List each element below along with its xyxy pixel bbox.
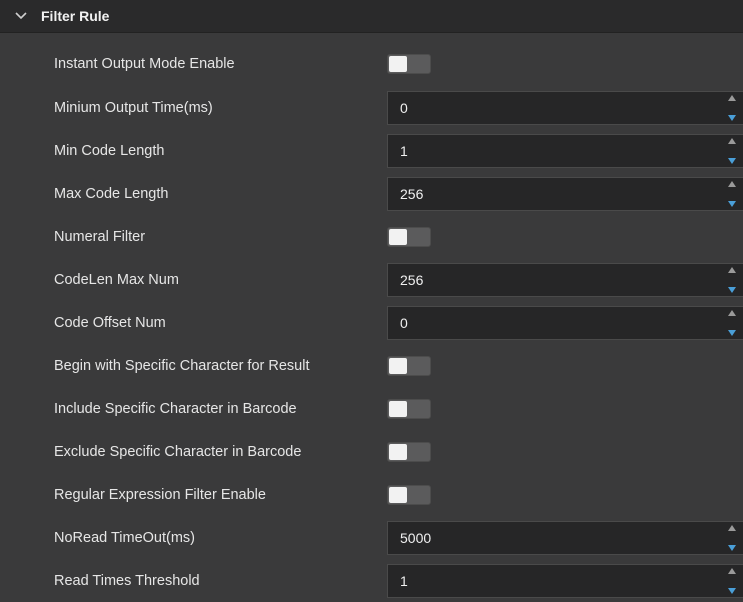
spinbox-value[interactable]: 1 xyxy=(400,573,408,589)
property-label: Include Specific Character in Barcode xyxy=(54,401,297,417)
number-spinbox[interactable]: 1 xyxy=(387,564,743,598)
toggle-knob xyxy=(389,229,407,245)
spinbox-arrows xyxy=(727,181,737,207)
increment-arrow-icon[interactable] xyxy=(728,310,736,316)
property-row: NoRead TimeOut(ms) 5000 xyxy=(0,517,743,559)
toggle-switch[interactable] xyxy=(387,442,431,462)
property-label: Exclude Specific Character in Barcode xyxy=(54,444,302,460)
toggle-switch[interactable] xyxy=(387,485,431,505)
number-spinbox[interactable]: 5000 xyxy=(387,521,743,555)
filter-rule-panel: Filter Rule Instant Output Mode Enable Mi… xyxy=(0,0,743,598)
toggle-switch[interactable] xyxy=(387,356,431,376)
property-row: Regular Expression Filter Enable xyxy=(0,474,743,516)
toggle-knob xyxy=(389,444,407,460)
property-row: Minium Output Time(ms) 0 xyxy=(0,87,743,129)
increment-arrow-icon[interactable] xyxy=(728,568,736,574)
chevron-down-icon[interactable] xyxy=(15,10,27,22)
property-row: Exclude Specific Character in Barcode xyxy=(0,431,743,473)
property-label: Max Code Length xyxy=(54,186,169,202)
spinbox-arrows xyxy=(727,95,737,121)
property-label: Min Code Length xyxy=(54,143,165,159)
increment-arrow-icon[interactable] xyxy=(728,181,736,187)
increment-arrow-icon[interactable] xyxy=(728,267,736,273)
toggle-knob xyxy=(389,56,407,72)
property-label: Regular Expression Filter Enable xyxy=(54,487,266,503)
toggle-knob xyxy=(389,401,407,417)
decrement-arrow-icon[interactable] xyxy=(728,115,736,121)
toggle-knob xyxy=(389,358,407,374)
decrement-arrow-icon[interactable] xyxy=(728,588,736,594)
section-header[interactable]: Filter Rule xyxy=(0,0,743,33)
spinbox-arrows xyxy=(727,138,737,164)
property-label: CodeLen Max Num xyxy=(54,272,179,288)
number-spinbox[interactable]: 0 xyxy=(387,306,743,340)
number-spinbox[interactable]: 256 xyxy=(387,263,743,297)
decrement-arrow-icon[interactable] xyxy=(728,158,736,164)
property-row: Instant Output Mode Enable xyxy=(0,43,743,85)
decrement-arrow-icon[interactable] xyxy=(728,545,736,551)
toggle-switch[interactable] xyxy=(387,227,431,247)
property-row: Max Code Length 256 xyxy=(0,173,743,215)
increment-arrow-icon[interactable] xyxy=(728,138,736,144)
toggle-switch[interactable] xyxy=(387,399,431,419)
property-label: Code Offset Num xyxy=(54,315,166,331)
property-row: Min Code Length 1 xyxy=(0,130,743,172)
property-row: Read Times Threshold 1 xyxy=(0,560,743,602)
increment-arrow-icon[interactable] xyxy=(728,525,736,531)
spinbox-arrows xyxy=(727,267,737,293)
toggle-switch[interactable] xyxy=(387,54,431,74)
property-row: Code Offset Num 0 xyxy=(0,302,743,344)
decrement-arrow-icon[interactable] xyxy=(728,201,736,207)
spinbox-arrows xyxy=(727,310,737,336)
spinbox-arrows xyxy=(727,568,737,594)
number-spinbox[interactable]: 1 xyxy=(387,134,743,168)
property-label: Minium Output Time(ms) xyxy=(54,100,213,116)
spinbox-value[interactable]: 256 xyxy=(400,272,423,288)
spinbox-value[interactable]: 256 xyxy=(400,186,423,202)
property-label: Instant Output Mode Enable xyxy=(54,56,235,72)
decrement-arrow-icon[interactable] xyxy=(728,287,736,293)
decrement-arrow-icon[interactable] xyxy=(728,330,736,336)
spinbox-value[interactable]: 5000 xyxy=(400,530,431,546)
toggle-knob xyxy=(389,487,407,503)
property-row: CodeLen Max Num 256 xyxy=(0,259,743,301)
property-label: NoRead TimeOut(ms) xyxy=(54,530,196,546)
spinbox-value[interactable]: 1 xyxy=(400,143,408,159)
spinbox-arrows xyxy=(727,525,737,551)
property-row: Numeral Filter xyxy=(0,216,743,258)
number-spinbox[interactable]: 256 xyxy=(387,177,743,211)
property-label: Begin with Specific Character for Result xyxy=(54,358,310,374)
spinbox-value[interactable]: 0 xyxy=(400,315,408,331)
increment-arrow-icon[interactable] xyxy=(728,95,736,101)
section-title: Filter Rule xyxy=(41,8,110,24)
number-spinbox[interactable]: 0 xyxy=(387,91,743,125)
spinbox-value[interactable]: 0 xyxy=(400,100,408,116)
property-label: Read Times Threshold xyxy=(54,573,200,589)
property-row: Include Specific Character in Barcode xyxy=(0,388,743,430)
property-label: Numeral Filter xyxy=(54,229,146,245)
property-row: Begin with Specific Character for Result xyxy=(0,345,743,387)
